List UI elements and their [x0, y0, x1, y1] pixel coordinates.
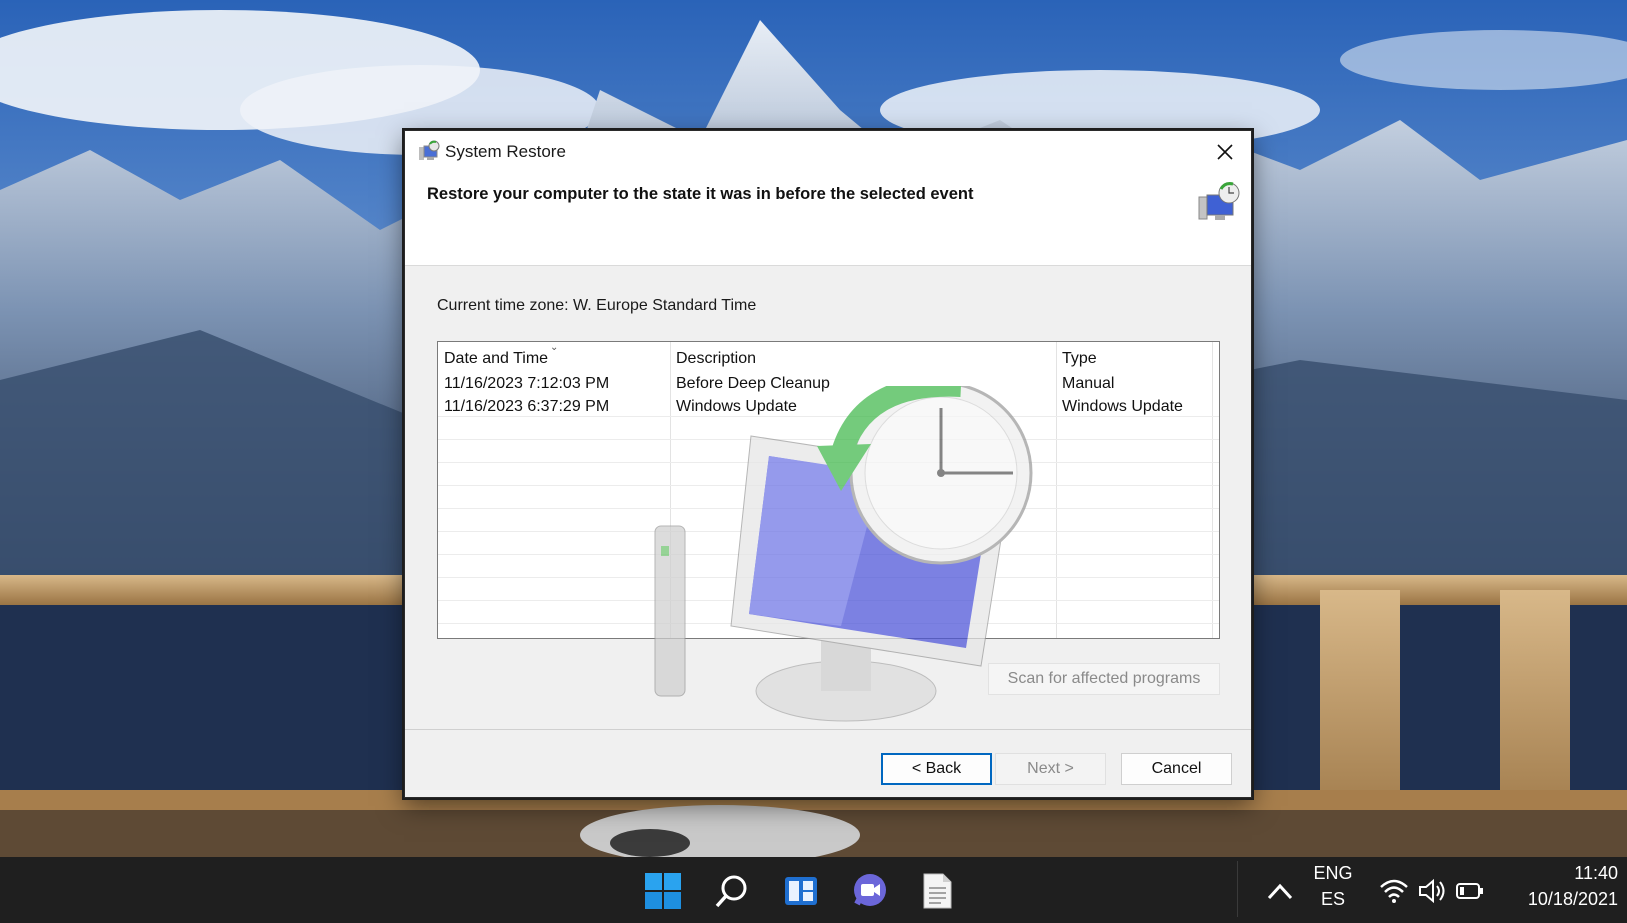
battery-button[interactable] [1452, 869, 1488, 913]
dialog-title: System Restore [445, 142, 566, 161]
row-divider [438, 554, 1219, 555]
clock-time: 11:40 [1574, 863, 1618, 883]
language-code: ENG [1313, 863, 1353, 883]
footer-separator [405, 729, 1251, 730]
start-button[interactable] [641, 869, 685, 913]
wifi-icon [1380, 879, 1408, 903]
column-header-type[interactable]: Type [1056, 342, 1219, 372]
current-timezone-label: Current time zone: W. Europe Standard Ti… [437, 297, 757, 314]
back-button[interactable]: < Back [881, 753, 992, 785]
chevron-up-icon [1267, 883, 1293, 900]
taskbar-divider [1237, 861, 1238, 917]
row-date: 11/16/2023 7:12:03 PM [444, 374, 610, 392]
next-button[interactable]: Next > [995, 753, 1106, 785]
notepad-button[interactable] [915, 869, 959, 913]
row-type: Manual [1062, 374, 1115, 392]
search-button[interactable] [710, 869, 754, 913]
windows-start-icon [645, 873, 681, 909]
row-description: Before Deep Cleanup [676, 374, 830, 392]
battery-icon [1456, 883, 1483, 899]
row-divider [438, 623, 1219, 624]
taskbar: ENG ES 11:40 10/18/2021 [0, 857, 1627, 923]
restore-points-list[interactable]: ⌄ Date and Time Description Type 11/16/2… [437, 341, 1220, 639]
table-row[interactable]: 11/16/2023 6:37:29 PM Windows Update Win… [438, 395, 1219, 418]
row-date: 11/16/2023 6:37:29 PM [444, 397, 610, 415]
system-restore-app-icon [419, 140, 440, 160]
row-divider [438, 600, 1219, 601]
widgets-icon [785, 877, 817, 905]
notepad-icon [923, 873, 952, 909]
network-button[interactable] [1376, 869, 1412, 913]
keyboard-layout-code: ES [1320, 889, 1345, 909]
row-divider [438, 508, 1219, 509]
volume-icon [1419, 878, 1445, 904]
row-divider [438, 577, 1219, 578]
table-row[interactable]: 11/16/2023 7:12:03 PM Before Deep Cleanu… [438, 372, 1219, 395]
search-icon [715, 875, 747, 908]
system-restore-dialog: System Restore Restore your computer to … [404, 130, 1252, 798]
row-divider [438, 485, 1219, 486]
close-icon [1217, 144, 1233, 160]
cancel-button[interactable]: Cancel [1121, 753, 1232, 785]
row-description: Windows Update [676, 397, 797, 415]
row-divider [438, 439, 1219, 440]
widgets-button[interactable] [779, 869, 823, 913]
title-bar[interactable]: System Restore [405, 131, 1251, 173]
row-divider [438, 462, 1219, 463]
row-type: Windows Update [1062, 397, 1183, 415]
clock[interactable]: 11:40 10/18/2021 [1500, 863, 1618, 910]
restore-header-icon [1198, 182, 1240, 220]
show-hidden-icons-button[interactable] [1260, 869, 1300, 913]
close-button[interactable] [1199, 131, 1251, 173]
row-divider [438, 531, 1219, 532]
teams-chat-icon [854, 874, 886, 906]
page-heading: Restore your computer to the state it wa… [427, 185, 974, 203]
restore-points-table: Date and Time Description Type 11/16/202… [438, 342, 1219, 418]
clock-date: 10/18/2021 [1527, 889, 1618, 909]
scan-affected-programs-button[interactable]: Scan for affected programs [988, 663, 1220, 695]
sort-descending-icon: ⌄ [550, 342, 559, 353]
volume-button[interactable] [1414, 869, 1450, 913]
column-header-description[interactable]: Description [670, 342, 1056, 372]
language-indicator[interactable]: ENG ES [1303, 863, 1363, 910]
teams-chat-button[interactable] [848, 869, 892, 913]
